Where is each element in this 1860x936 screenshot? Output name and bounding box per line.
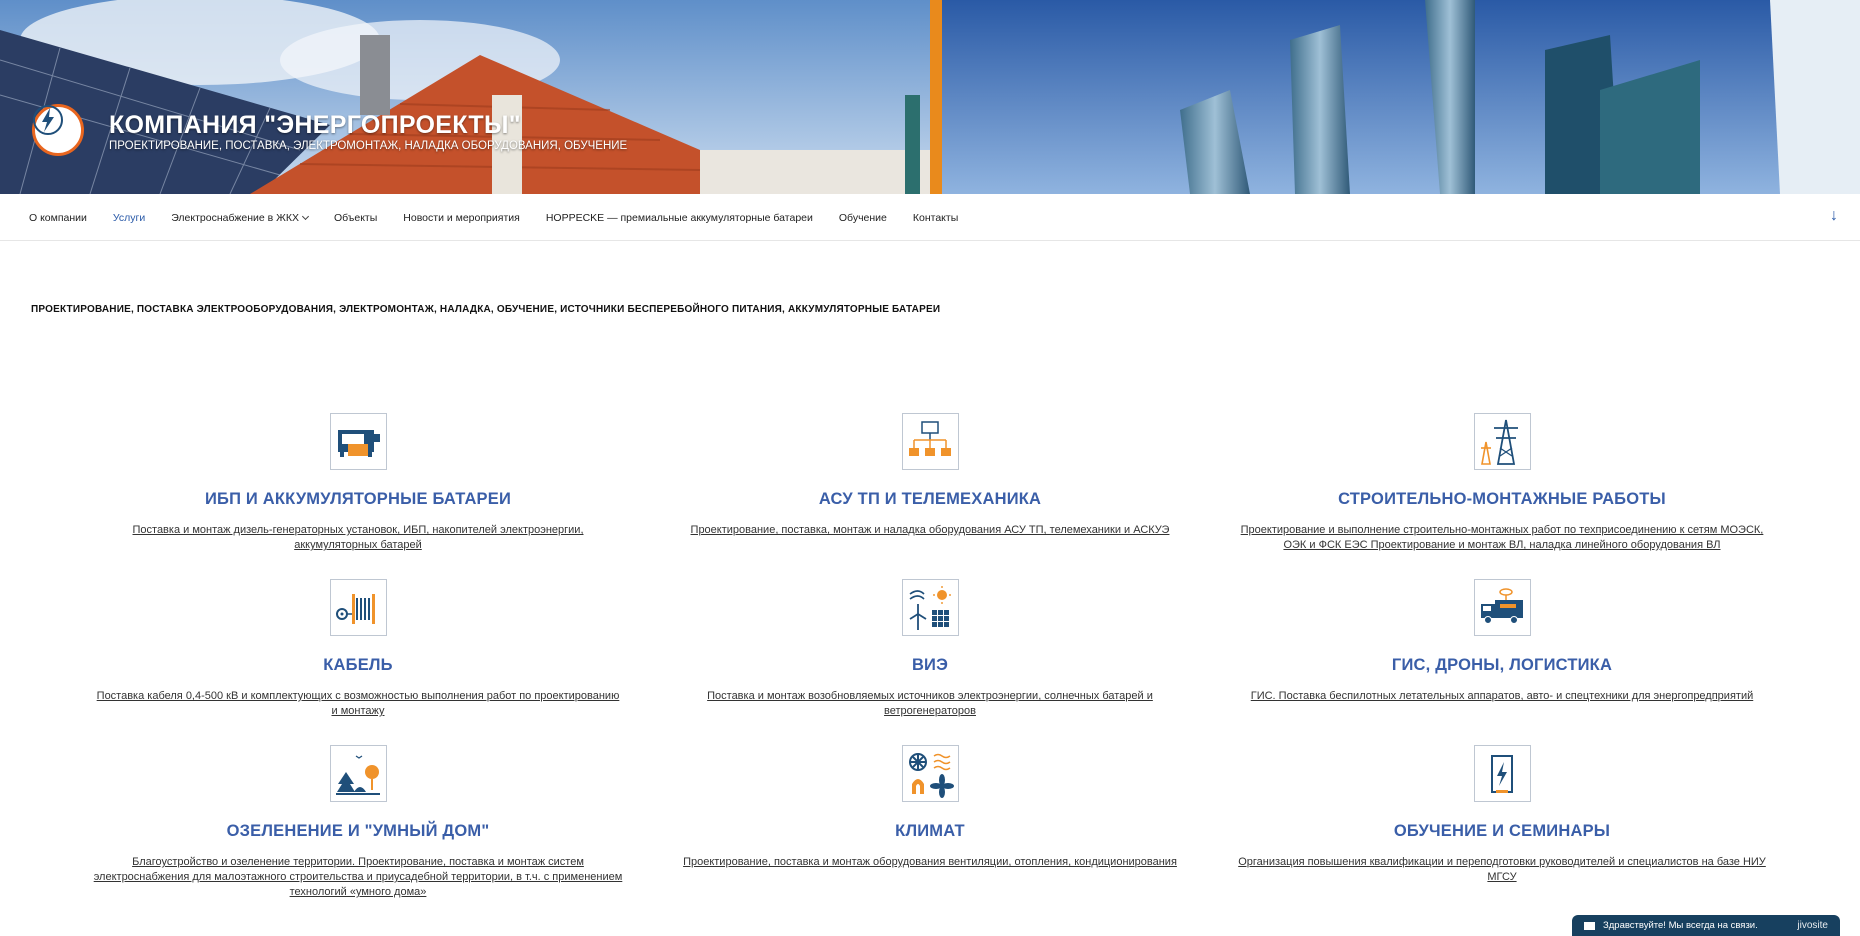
nav-item-about[interactable]: О компании: [29, 212, 87, 224]
network-icon: [909, 420, 951, 456]
power-tower-icon: [1481, 419, 1518, 465]
service-card-smart-home: ОЗЕЛЕНЕНИЕ И "УМНЫЙ ДОМ" Благоустройство…: [78, 745, 638, 900]
service-card-training: ОБУЧЕНИЕ И СЕМИНАРЫ Организация повышени…: [1222, 745, 1782, 885]
climate-icon: [909, 752, 954, 798]
service-desc-link[interactable]: Проектирование, поставка, монтаж и налад…: [665, 523, 1195, 538]
service-card-construction: СТРОИТЕЛЬНО-МОНТАЖНЫЕ РАБОТЫ Проектирова…: [1222, 413, 1782, 553]
service-card-cable: КАБЕЛЬ Поставка кабеля 0,4-500 кВ и комп…: [78, 579, 638, 719]
site-tagline: ПРОЕКТИРОВАНИЕ, ПОСТАВКА, ЭЛЕКТРОМОНТАЖ,…: [109, 140, 628, 152]
service-title[interactable]: ГИС, ДРОНЫ, ЛОГИСТИКА: [1222, 656, 1782, 675]
chat-widget[interactable]: Здравствуйте! Мы всегда на связи. jivosi…: [1572, 915, 1840, 936]
service-card-gis: ГИС, ДРОНЫ, ЛОГИСТИКА ГИС. Поставка бесп…: [1222, 579, 1782, 704]
service-desc-link[interactable]: ГИС. Поставка беспилотных летательных ап…: [1237, 689, 1767, 704]
service-icon-box[interactable]: [329, 745, 387, 802]
service-icon-box[interactable]: [901, 745, 959, 802]
nav-item-housing-power-label: Электроснабжение в ЖКХ: [171, 211, 299, 224]
nav-item-housing-power[interactable]: Электроснабжение в ЖКХ: [171, 211, 310, 224]
site-logo[interactable]: [32, 104, 84, 156]
service-desc-link[interactable]: Проектирование и выполнение строительно-…: [1237, 523, 1767, 553]
chat-brand: jivosite: [1797, 920, 1828, 931]
chevron-down-icon: [301, 212, 310, 220]
service-title[interactable]: ВИЭ: [650, 656, 1210, 675]
service-title[interactable]: КЛИМАТ: [650, 822, 1210, 841]
envelope-icon: [1584, 921, 1595, 930]
service-icon-box[interactable]: [329, 579, 387, 636]
service-title[interactable]: АСУ ТП И ТЕЛЕМЕХАНИКА: [650, 490, 1210, 509]
service-card-ups: ИБП И АККУМУЛЯТОРНЫЕ БАТАРЕИ Поставка и …: [78, 413, 638, 553]
site-logo-wrap[interactable]: [32, 104, 84, 156]
service-title[interactable]: КАБЕЛЬ: [78, 656, 638, 675]
service-card-automation: АСУ ТП И ТЕЛЕМЕХАНИКА Проектирование, по…: [650, 413, 1210, 538]
cable-drum-icon: [336, 593, 375, 624]
service-desc-link[interactable]: Поставка и монтаж дизель-генераторных ус…: [93, 523, 623, 553]
service-desc-link[interactable]: Поставка и монтаж возобновляемых источни…: [665, 689, 1195, 719]
service-icon-box[interactable]: [329, 413, 387, 470]
nav-item-services[interactable]: Услуги: [113, 212, 145, 224]
service-card-renewables: ВИЭ Поставка и монтаж возобновляемых ист…: [650, 579, 1210, 719]
lightning-icon: [33, 105, 63, 135]
service-desc-link[interactable]: Поставка кабеля 0,4-500 кВ и комплектующ…: [93, 689, 623, 719]
service-icon-box[interactable]: [1473, 745, 1531, 802]
service-desc-link[interactable]: Благоустройство и озеленение территории.…: [93, 855, 623, 900]
service-icon-box[interactable]: [901, 579, 959, 636]
landscape-icon: [336, 755, 380, 795]
page-heading: ПРОЕКТИРОВАНИЕ, ПОСТАВКА ЭЛЕКТРООБОРУДОВ…: [31, 304, 941, 315]
truck-drone-icon: [1481, 587, 1523, 624]
service-icon-box[interactable]: [1473, 579, 1531, 636]
arrow-down-icon[interactable]: ↓: [1830, 207, 1838, 225]
service-card-climate: КЛИМАТ Проектирование, поставка и монтаж…: [650, 745, 1210, 870]
site-title[interactable]: КОМПАНИЯ "ЭНЕРГОПРОЕКТЫ": [109, 111, 521, 140]
service-icon-box[interactable]: [1473, 413, 1531, 470]
service-title[interactable]: СТРОИТЕЛЬНО-МОНТАЖНЫЕ РАБОТЫ: [1222, 490, 1782, 509]
nav-list: О компании Услуги Электроснабжение в ЖКХ…: [29, 194, 984, 241]
service-desc-link[interactable]: Проектирование, поставка и монтаж оборуд…: [665, 855, 1195, 870]
renewable-icon: [909, 585, 951, 630]
nav-item-news[interactable]: Новости и мероприятия: [403, 212, 520, 224]
training-icon: [1491, 754, 1513, 793]
nav-item-hoppecke[interactable]: HOPPECKE — премиальные аккумуляторные ба…: [546, 212, 813, 224]
service-icon-box[interactable]: [901, 413, 959, 470]
nav-item-training[interactable]: Обучение: [839, 212, 887, 224]
service-desc-link[interactable]: Организация повышения квалификации и пер…: [1237, 855, 1767, 885]
service-title[interactable]: ИБП И АККУМУЛЯТОРНЫЕ БАТАРЕИ: [78, 490, 638, 509]
hero-banner: КОМПАНИЯ "ЭНЕРГОПРОЕКТЫ" ПРОЕКТИРОВАНИЕ,…: [0, 0, 1860, 194]
nav-item-contacts[interactable]: Контакты: [913, 212, 958, 224]
service-title[interactable]: ОЗЕЛЕНЕНИЕ И "УМНЫЙ ДОМ": [78, 822, 638, 841]
generator-icon: [338, 429, 380, 457]
main-nav: О компании Услуги Электроснабжение в ЖКХ…: [0, 194, 1860, 241]
chat-greeting: Здравствуйте! Мы всегда на связи.: [1603, 920, 1758, 931]
service-title[interactable]: ОБУЧЕНИЕ И СЕМИНАРЫ: [1222, 822, 1782, 841]
hero-background: [0, 0, 1860, 194]
nav-item-objects[interactable]: Объекты: [334, 212, 377, 224]
